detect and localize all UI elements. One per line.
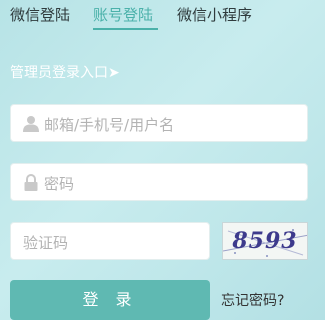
captcha-text: 8593 bbox=[232, 228, 298, 254]
password-field[interactable]: 密码 bbox=[10, 163, 308, 201]
captcha-image[interactable]: 8593 bbox=[222, 222, 308, 260]
captcha-field[interactable]: 验证码 bbox=[10, 222, 210, 260]
username-placeholder: 邮箱/手机号/用户名 bbox=[44, 116, 175, 134]
captcha-placeholder: 验证码 bbox=[23, 234, 69, 252]
tab-wechat-miniprogram[interactable]: 微信小程序 bbox=[177, 4, 252, 25]
login-button[interactable]: 登 录 bbox=[10, 280, 210, 320]
user-icon bbox=[23, 116, 39, 132]
active-tab-indicator bbox=[93, 28, 158, 30]
forgot-password-link[interactable]: 忘记密码? bbox=[221, 290, 284, 310]
lock-icon bbox=[24, 174, 38, 191]
tab-account-login[interactable]: 账号登陆 bbox=[93, 4, 153, 25]
username-field[interactable]: 邮箱/手机号/用户名 bbox=[10, 104, 308, 142]
admin-login-link[interactable]: 管理员登录入口➤ bbox=[10, 62, 120, 82]
tab-wechat-login[interactable]: 微信登陆 bbox=[10, 4, 70, 25]
password-placeholder: 密码 bbox=[44, 175, 75, 193]
